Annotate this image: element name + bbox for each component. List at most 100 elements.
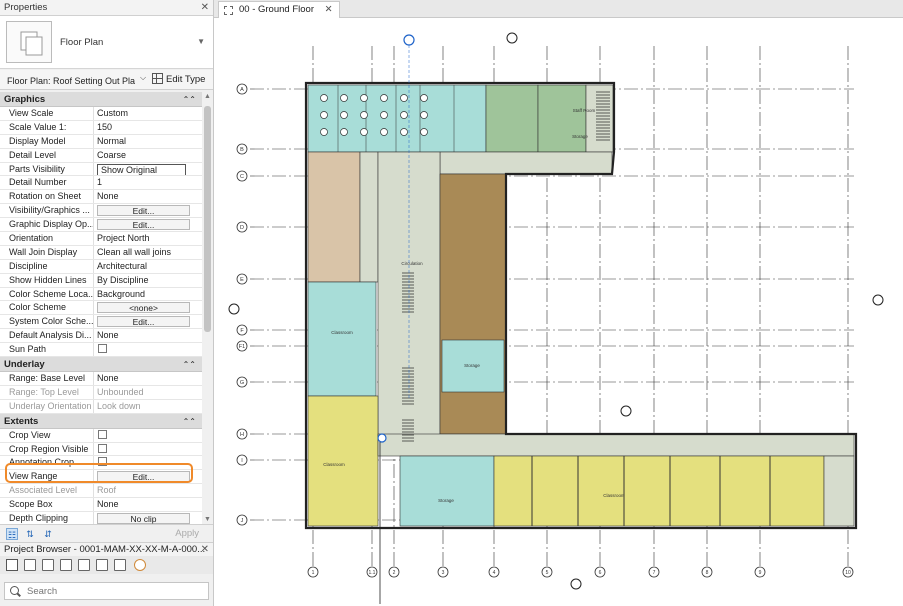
property-value[interactable]: None — [94, 329, 202, 342]
room-tag[interactable]: Classroom — [603, 493, 625, 498]
property-row[interactable]: Default Analysis Di... None — [0, 329, 202, 344]
property-value[interactable]: Background — [94, 288, 202, 301]
value-field[interactable]: Show Original — [97, 163, 186, 176]
room-tag[interactable]: Storage — [438, 498, 454, 503]
apply-button[interactable]: Apply — [175, 528, 199, 539]
sort-descending-icon[interactable]: ⇵ — [42, 528, 54, 540]
property-value[interactable]: Edit... — [94, 204, 202, 217]
close-icon[interactable]: ✕ — [201, 543, 209, 556]
sheet-icon[interactable] — [96, 559, 108, 571]
room-courtyard[interactable] — [439, 173, 507, 435]
room-office[interactable] — [537, 84, 587, 153]
room-classroom[interactable] — [307, 84, 487, 153]
property-value[interactable]: Coarse — [94, 149, 202, 162]
checkbox[interactable] — [98, 429, 107, 439]
scrollbar-thumb[interactable] — [204, 106, 211, 332]
property-value[interactable]: Look down — [94, 400, 202, 413]
room-tag[interactable]: Classroom — [323, 462, 345, 467]
property-value[interactable]: Unbounded — [94, 386, 202, 399]
section-marker[interactable] — [872, 294, 884, 306]
room-staff[interactable] — [485, 84, 539, 153]
property-value[interactable] — [94, 443, 202, 456]
chevron-down-icon[interactable]: ⌵ — [140, 73, 146, 83]
section-marker[interactable] — [506, 32, 518, 44]
property-row[interactable]: Range: Top Level Unbounded — [0, 385, 202, 400]
edit-type-button[interactable]: Edit Type — [152, 72, 205, 88]
drawing-canvas[interactable]: A B C D E F F1 G H I J 1 1.1 2 3 4 5 6 7 8 9 10 Circulation Sta… — [214, 18, 903, 606]
property-row[interactable]: Detail Level Coarse — [0, 148, 202, 163]
property-row[interactable]: Orientation Project North — [0, 232, 202, 246]
home-icon[interactable] — [6, 559, 18, 571]
room-classroom-yellow[interactable] — [307, 395, 379, 527]
room-corridor[interactable] — [439, 151, 613, 175]
collapse-icon[interactable]: ⌃⌃ — [183, 92, 196, 107]
property-row[interactable]: Graphic Display Op... Edit... — [0, 218, 202, 233]
property-row[interactable]: Range: Base Level None — [0, 372, 202, 386]
room-tag[interactable]: Classroom — [331, 330, 353, 335]
property-row[interactable]: Color Scheme <none> — [0, 301, 202, 316]
edit-button[interactable]: Edit... — [97, 316, 190, 328]
elevation-icon[interactable] — [42, 559, 54, 571]
property-value[interactable]: Edit... — [94, 218, 202, 231]
room-tag[interactable]: Storage — [572, 134, 588, 139]
property-row[interactable]: Scope Box None — [0, 498, 202, 513]
property-row[interactable]: Rotation on Sheet None — [0, 190, 202, 205]
floor-plan-icon[interactable] — [24, 559, 36, 571]
property-value[interactable]: Edit... — [94, 315, 202, 328]
property-row[interactable]: Parts Visibility Show Original — [0, 162, 202, 177]
room-classroom-yellow[interactable] — [493, 455, 825, 527]
property-row[interactable]: Wall Join Display Clean all wall joins — [0, 245, 202, 260]
room-tag[interactable]: Staff Room — [573, 108, 596, 113]
property-value[interactable]: None — [94, 498, 202, 511]
elevation-marker[interactable] — [403, 34, 415, 46]
chevron-down-icon[interactable]: ▼ — [197, 37, 205, 46]
property-row[interactable]: View Scale Custom — [0, 107, 202, 121]
property-value[interactable]: None — [94, 190, 202, 203]
property-value[interactable]: None — [94, 372, 202, 385]
room-hall[interactable] — [307, 151, 361, 283]
property-row[interactable]: System Color Sche... Edit... — [0, 315, 202, 330]
property-value[interactable]: <none> — [94, 301, 202, 314]
section-marker[interactable] — [228, 303, 240, 315]
property-row[interactable]: Visibility/Graphics ... Edit... — [0, 204, 202, 219]
family-icon[interactable] — [78, 559, 90, 571]
property-value[interactable]: Show Original — [94, 163, 202, 176]
property-row[interactable]: Underlay Orientation Look down — [0, 399, 202, 414]
property-row[interactable]: Sun Path — [0, 343, 202, 358]
group-graphics[interactable]: Graphics ⌃⌃ — [0, 92, 202, 107]
room-corridor[interactable] — [377, 433, 855, 457]
checkbox[interactable] — [98, 344, 107, 354]
properties-scrollbar[interactable]: ▲ ▼ — [202, 92, 213, 524]
property-value[interactable]: Clean all wall joins — [94, 246, 202, 259]
room-classroom[interactable] — [307, 281, 377, 397]
group-icon[interactable] — [114, 559, 126, 571]
search-input[interactable] — [27, 584, 197, 598]
section-marker[interactable] — [570, 578, 582, 590]
property-value[interactable]: Roof — [94, 484, 202, 497]
property-value[interactable] — [94, 429, 202, 442]
property-row[interactable]: Detail Number 1 — [0, 176, 202, 191]
close-icon[interactable]: ✕ — [325, 4, 333, 15]
property-row[interactable]: Display Model Normal — [0, 134, 202, 149]
group-extents[interactable]: Extents ⌃⌃ — [0, 413, 202, 429]
property-row[interactable]: Crop Region Visible — [0, 442, 202, 457]
property-value[interactable]: Architectural — [94, 260, 202, 273]
close-icon[interactable]: ✕ — [201, 0, 209, 16]
scroll-up-icon[interactable]: ▲ — [204, 93, 211, 100]
property-value[interactable]: 1 — [94, 176, 202, 189]
property-value[interactable]: No clip — [94, 512, 202, 524]
edit-button[interactable]: No clip — [97, 513, 190, 524]
property-row[interactable]: Depth Clipping No clip — [0, 512, 202, 524]
project-browser-search[interactable] — [4, 582, 209, 600]
edit-button[interactable]: Edit... — [97, 205, 190, 217]
schedule-icon[interactable] — [60, 559, 72, 571]
property-row[interactable]: Show Hidden Lines By Discipline — [0, 273, 202, 288]
group-underlay[interactable]: Underlay ⌃⌃ — [0, 357, 202, 373]
sort-ascending-icon[interactable]: ⇅ — [24, 528, 36, 540]
categorize-icon[interactable]: ☷ — [6, 528, 18, 540]
type-selector[interactable]: Floor Plan ▼ — [0, 16, 213, 69]
edit-button[interactable]: <none> — [97, 302, 190, 314]
property-row[interactable]: Associated Level Roof — [0, 484, 202, 499]
room-store[interactable] — [359, 151, 379, 283]
property-value[interactable]: Normal — [94, 135, 202, 148]
